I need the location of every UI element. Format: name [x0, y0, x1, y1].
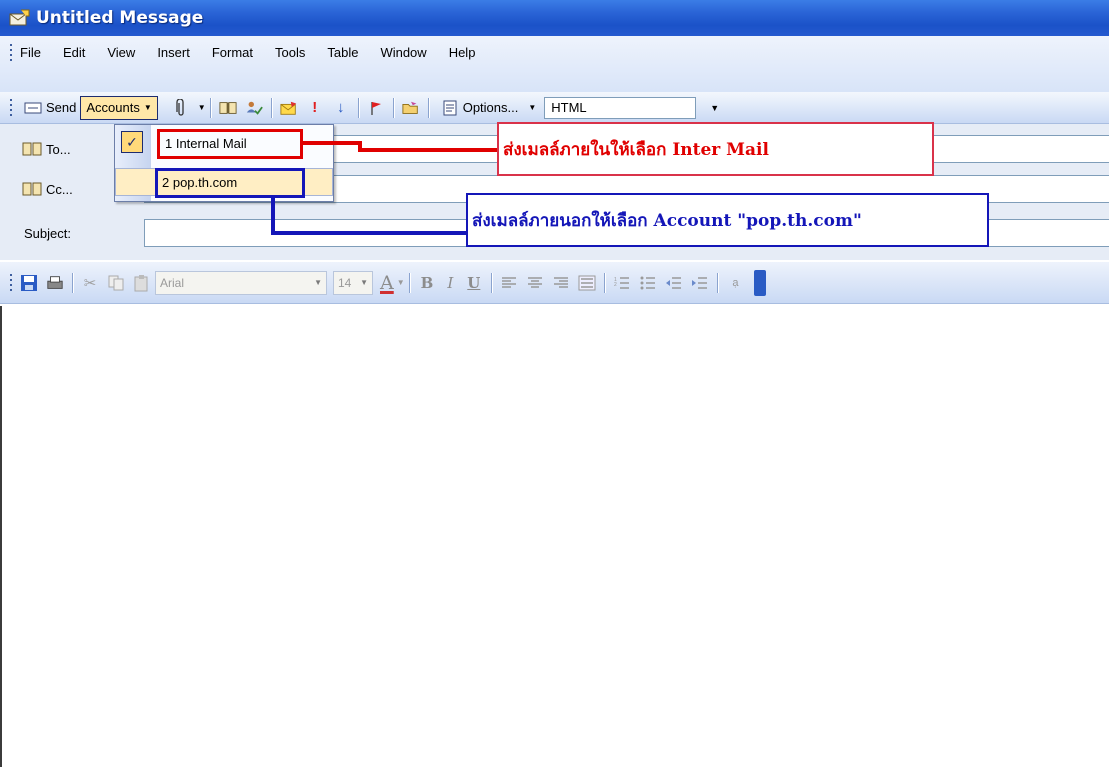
formatting-toolbar: ✂ Arial ▼ 14 ▼ A ▼ B I U 12 ạ [0, 262, 1109, 304]
toolbar-grip[interactable] [6, 98, 16, 118]
menu-tools[interactable]: Tools [264, 45, 316, 60]
address-book-icon[interactable] [219, 99, 237, 117]
menu-help[interactable]: Help [438, 45, 487, 60]
decrease-indent-icon[interactable] [665, 274, 683, 292]
menu-view[interactable]: View [96, 45, 146, 60]
message-format-select[interactable]: HTML [544, 96, 697, 119]
align-right-icon[interactable] [552, 274, 570, 292]
separator [72, 272, 73, 293]
menu-table[interactable]: Table [316, 45, 369, 60]
send-icon [24, 99, 42, 117]
message-body[interactable] [0, 306, 1109, 767]
bold-button[interactable]: B [421, 274, 434, 292]
menu-bar: File Edit View Insert Format Tools Table… [0, 36, 1109, 92]
font-name-value: Arial [160, 275, 185, 290]
menu-edit[interactable]: Edit [52, 45, 96, 60]
separator [717, 272, 719, 293]
menu-grip[interactable] [6, 42, 16, 62]
paste-icon[interactable] [133, 274, 151, 292]
chevron-down-icon: ▼ [360, 278, 368, 287]
print-icon[interactable] [46, 274, 64, 292]
justify-icon[interactable] [578, 274, 596, 292]
italic-button[interactable]: I [447, 274, 453, 292]
numbered-list-icon[interactable]: 12 [613, 274, 631, 292]
to-label: To... [46, 141, 71, 157]
underline-button[interactable]: U [467, 274, 480, 292]
subject-label: Subject: [24, 225, 71, 241]
standard-toolbar: Send Accounts ▼ ▼ ! ↓ Options... ▼ HTML … [0, 92, 1109, 124]
separator [408, 272, 410, 293]
attach-dropdown-icon[interactable]: ▼ [198, 103, 206, 112]
align-left-icon[interactable] [500, 274, 518, 292]
menu-format[interactable]: Format [201, 45, 264, 60]
chevron-down-icon[interactable]: ▼ [397, 278, 405, 287]
external-mail-note: ส่งเมลล์ภายนอกให้เลือก Account "pop.th.c… [466, 193, 989, 247]
separator [270, 97, 272, 118]
bullet-list-icon[interactable] [639, 274, 657, 292]
accounts-button[interactable]: Accounts ▼ [80, 95, 158, 120]
separator [604, 272, 606, 293]
menu-file[interactable]: File [16, 45, 52, 60]
toolbar-grip[interactable] [6, 273, 16, 293]
options-label: Options... [462, 100, 519, 115]
cc-label: Cc... [46, 181, 73, 197]
font-size-value: 14 [338, 275, 352, 290]
window-title: Untitled Message [36, 8, 204, 28]
svg-text:2: 2 [614, 282, 617, 288]
separator [491, 272, 493, 293]
copy-icon[interactable] [107, 274, 125, 292]
paperclip-icon[interactable] [172, 98, 190, 117]
check-names-icon[interactable] [245, 99, 263, 117]
send-button[interactable]: Send [16, 96, 80, 120]
address-book-icon [22, 182, 42, 196]
address-book-icon [22, 142, 42, 156]
checkmark-icon: ✓ [121, 131, 143, 153]
pop-account-highlight [155, 168, 305, 198]
font-name-select[interactable]: Arial ▼ [155, 270, 327, 295]
align-center-icon[interactable] [526, 274, 544, 292]
low-importance-icon[interactable]: ↓ [332, 99, 350, 117]
chevron-down-icon: ▼ [528, 103, 537, 112]
chevron-down-icon[interactable]: ▼ [710, 103, 719, 113]
menu-insert[interactable]: Insert [146, 45, 201, 60]
internal-mail-highlight [157, 129, 303, 159]
message-format-value: HTML [551, 100, 587, 115]
send-label: Send [46, 100, 77, 115]
flag-envelope-icon[interactable] [280, 99, 298, 117]
options-button[interactable]: Options... ▼ [433, 96, 541, 120]
separator [357, 97, 359, 118]
chevron-down-icon: ▼ [314, 278, 322, 287]
toolbar-options-icon[interactable] [754, 269, 767, 296]
options-icon [441, 99, 459, 117]
accounts-label: Accounts [86, 100, 140, 115]
follow-up-flag-icon[interactable] [367, 99, 385, 117]
font-size-select[interactable]: 14 ▼ [333, 270, 373, 295]
folder-open-icon[interactable] [402, 99, 420, 117]
font-color-button[interactable]: A [380, 272, 394, 294]
separator [209, 97, 211, 118]
title-bar: Untitled Message [0, 0, 1109, 36]
menu-window[interactable]: Window [369, 45, 437, 60]
chevron-down-icon: ▼ [143, 103, 152, 112]
high-importance-icon[interactable]: ! [306, 99, 324, 117]
increase-indent-icon[interactable] [691, 274, 709, 292]
separator [392, 97, 394, 118]
internal-mail-note: ส่งเมลล์ภายในให้เลือก Inter Mail [497, 122, 934, 176]
asian-layout-icon[interactable]: ạ [726, 274, 744, 292]
separator [427, 97, 429, 118]
cut-icon[interactable]: ✂ [81, 274, 99, 292]
envelope-icon [8, 8, 32, 28]
save-icon[interactable] [20, 274, 38, 292]
